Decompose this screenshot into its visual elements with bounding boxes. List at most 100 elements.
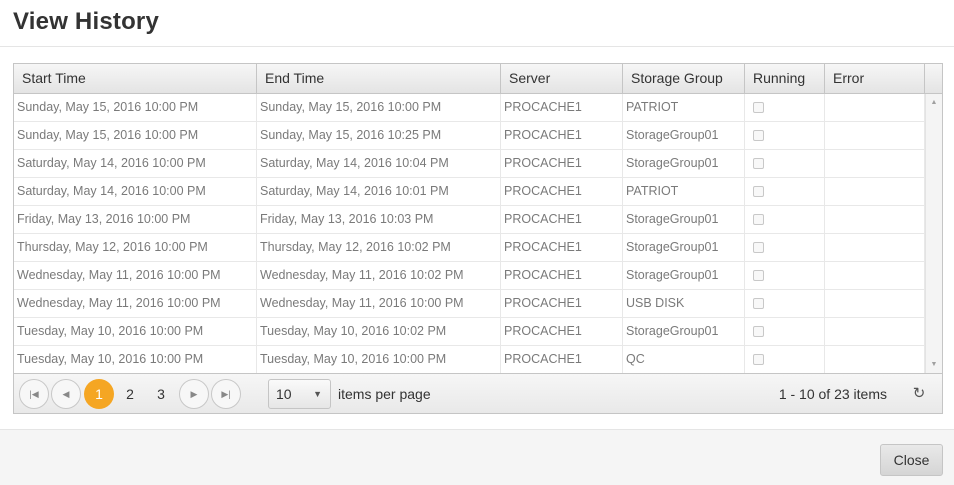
start-time-cell: Wednesday, May 11, 2016 10:00 PM	[14, 290, 257, 317]
storage-group-cell: StorageGroup01	[623, 318, 745, 345]
column-header-end-time[interactable]: End Time	[257, 64, 501, 93]
start-time-cell: Wednesday, May 11, 2016 10:00 PM	[14, 262, 257, 289]
server-cell: PROCACHE1	[501, 178, 623, 205]
running-cell	[745, 290, 825, 317]
dialog-footer: Close	[0, 429, 954, 485]
running-checkbox[interactable]	[753, 326, 764, 337]
start-time-cell: Saturday, May 14, 2016 10:00 PM	[14, 150, 257, 177]
previous-page-button[interactable]: ◀	[51, 379, 81, 409]
running-cell	[745, 178, 825, 205]
table-row[interactable]: Saturday, May 14, 2016 10:00 PM Saturday,…	[14, 178, 925, 206]
refresh-button[interactable]: ↻	[909, 384, 929, 404]
server-cell: PROCACHE1	[501, 122, 623, 149]
close-button[interactable]: Close	[880, 444, 943, 476]
storage-group-cell: PATRIOT	[623, 178, 745, 205]
pager-info: 1 - 10 of 23 items	[778, 386, 887, 402]
error-cell	[825, 290, 925, 317]
running-checkbox[interactable]	[753, 354, 764, 365]
table-row[interactable]: Friday, May 13, 2016 10:00 PM Friday, May…	[14, 206, 925, 234]
first-page-button[interactable]: |◀	[19, 379, 49, 409]
column-header-error[interactable]: Error	[825, 64, 925, 93]
last-page-button[interactable]: ▶|	[211, 379, 241, 409]
page-number-2[interactable]: 2	[115, 379, 145, 409]
error-cell	[825, 150, 925, 177]
table-row[interactable]: Tuesday, May 10, 2016 10:00 PM Tuesday, M…	[14, 346, 925, 374]
start-time-cell: Sunday, May 15, 2016 10:00 PM	[14, 122, 257, 149]
scroll-down-icon[interactable]: ▼	[926, 358, 942, 372]
next-page-icon: ▶	[190, 389, 198, 399]
dialog-header: View History	[0, 0, 954, 47]
column-header-start-time[interactable]: Start Time	[14, 64, 257, 93]
chevron-down-icon: ▼	[313, 389, 322, 399]
page-number-3[interactable]: 3	[146, 379, 176, 409]
storage-group-cell: StorageGroup01	[623, 122, 745, 149]
page-size-value: 10	[276, 386, 292, 402]
running-checkbox[interactable]	[753, 214, 764, 225]
table-row[interactable]: Sunday, May 15, 2016 10:00 PM Sunday, May…	[14, 94, 925, 122]
running-cell	[745, 206, 825, 233]
end-time-cell: Friday, May 13, 2016 10:03 PM	[257, 206, 501, 233]
previous-page-icon: ◀	[62, 389, 70, 399]
running-checkbox[interactable]	[753, 242, 764, 253]
running-cell	[745, 234, 825, 261]
error-cell	[825, 206, 925, 233]
start-time-cell: Tuesday, May 10, 2016 10:00 PM	[14, 318, 257, 345]
table-row[interactable]: Sunday, May 15, 2016 10:00 PM Sunday, May…	[14, 122, 925, 150]
column-header-running[interactable]: Running	[745, 64, 825, 93]
column-header-server[interactable]: Server	[501, 64, 623, 93]
server-cell: PROCACHE1	[501, 262, 623, 289]
page-size-label: items per page	[338, 386, 431, 402]
running-cell	[745, 94, 825, 121]
end-time-cell: Sunday, May 15, 2016 10:00 PM	[257, 94, 501, 121]
grid-body: Sunday, May 15, 2016 10:00 PM Sunday, May…	[14, 94, 925, 374]
history-grid: Start Time End Time Server Storage Group…	[13, 63, 943, 414]
running-checkbox[interactable]	[753, 270, 764, 281]
end-time-cell: Tuesday, May 10, 2016 10:00 PM	[257, 346, 501, 373]
running-checkbox[interactable]	[753, 102, 764, 113]
vertical-scrollbar[interactable]: ▲ ▼	[925, 94, 942, 374]
end-time-cell: Tuesday, May 10, 2016 10:02 PM	[257, 318, 501, 345]
storage-group-cell: StorageGroup01	[623, 206, 745, 233]
end-time-cell: Wednesday, May 11, 2016 10:02 PM	[257, 262, 501, 289]
running-checkbox[interactable]	[753, 186, 764, 197]
running-checkbox[interactable]	[753, 158, 764, 169]
error-cell	[825, 178, 925, 205]
grid-pager: |◀ ◀ 1 2 3 ▶ ▶| 10 ▼ items per page 1 - …	[14, 373, 942, 413]
next-page-button[interactable]: ▶	[179, 379, 209, 409]
storage-group-cell: USB DISK	[623, 290, 745, 317]
column-header-storage-group[interactable]: Storage Group	[623, 64, 745, 93]
table-row[interactable]: Tuesday, May 10, 2016 10:00 PM Tuesday, M…	[14, 318, 925, 346]
server-cell: PROCACHE1	[501, 290, 623, 317]
end-time-cell: Wednesday, May 11, 2016 10:00 PM	[257, 290, 501, 317]
error-cell	[825, 318, 925, 345]
error-cell	[825, 234, 925, 261]
table-row[interactable]: Wednesday, May 11, 2016 10:00 PM Wednesda…	[14, 290, 925, 318]
start-time-cell: Tuesday, May 10, 2016 10:00 PM	[14, 346, 257, 373]
page-size-select[interactable]: 10 ▼	[268, 379, 331, 409]
start-time-cell: Sunday, May 15, 2016 10:00 PM	[14, 94, 257, 121]
storage-group-cell: StorageGroup01	[623, 234, 745, 261]
end-time-cell: Thursday, May 12, 2016 10:02 PM	[257, 234, 501, 261]
end-time-cell: Saturday, May 14, 2016 10:01 PM	[257, 178, 501, 205]
header-scroll-corner	[925, 64, 942, 93]
storage-group-cell: StorageGroup01	[623, 262, 745, 289]
running-checkbox[interactable]	[753, 130, 764, 141]
error-cell	[825, 346, 925, 373]
table-row[interactable]: Thursday, May 12, 2016 10:00 PM Thursday,…	[14, 234, 925, 262]
table-row[interactable]: Wednesday, May 11, 2016 10:00 PM Wednesda…	[14, 262, 925, 290]
error-cell	[825, 122, 925, 149]
page-number-1[interactable]: 1	[84, 379, 114, 409]
dialog-title: View History	[13, 8, 160, 35]
storage-group-cell: QC	[623, 346, 745, 373]
server-cell: PROCACHE1	[501, 206, 623, 233]
table-row[interactable]: Saturday, May 14, 2016 10:00 PM Saturday,…	[14, 150, 925, 178]
running-cell	[745, 262, 825, 289]
server-cell: PROCACHE1	[501, 94, 623, 121]
running-checkbox[interactable]	[753, 298, 764, 309]
start-time-cell: Friday, May 13, 2016 10:00 PM	[14, 206, 257, 233]
first-page-icon: |◀	[29, 389, 39, 399]
scroll-up-icon[interactable]: ▲	[926, 96, 942, 110]
storage-group-cell: PATRIOT	[623, 94, 745, 121]
start-time-cell: Thursday, May 12, 2016 10:00 PM	[14, 234, 257, 261]
start-time-cell: Saturday, May 14, 2016 10:00 PM	[14, 178, 257, 205]
